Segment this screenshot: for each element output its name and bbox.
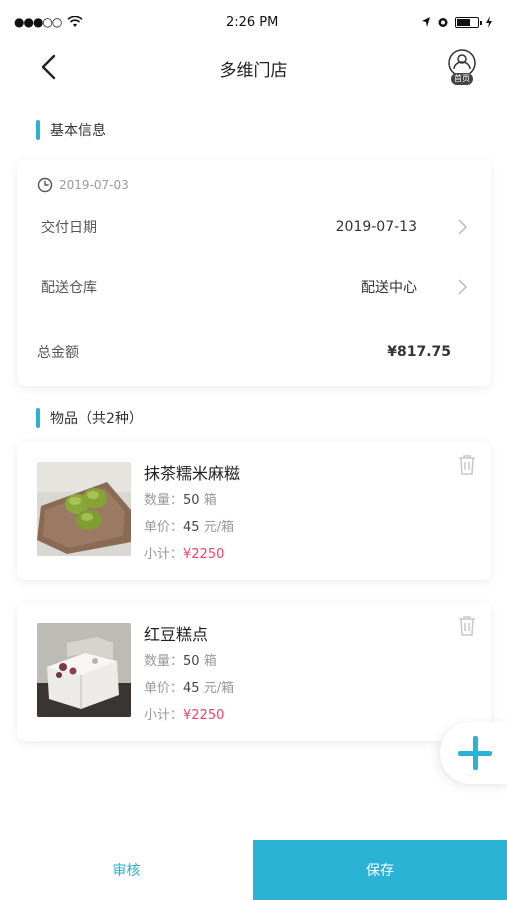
items-title: 物品（共2种） [50,411,143,427]
save-button[interactable]: 保存 [253,840,507,900]
chevron-right-icon [458,279,468,295]
total-amount-value: ¥817.75 [387,344,451,360]
delete-item-button[interactable] [457,454,477,476]
clock-icon [37,177,53,193]
charging-icon [486,16,492,28]
trash-icon [459,616,475,636]
warehouse-row[interactable]: 配送仓库 配送中心 [17,267,491,307]
items-heading: 物品（共2种） [36,408,143,428]
unit-price-unit: 元/箱 [203,520,235,535]
quantity-unit: 箱 [203,654,217,669]
item-subtotal: 小计：¥2250 [144,543,224,562]
subtotal-label: 小计： [144,547,184,562]
chevron-right-icon [458,219,468,235]
red-bean-cake-image [37,623,131,717]
subtotal-label: 小计： [144,708,184,723]
delivery-date-label: 交付日期 [41,220,97,236]
item-image [37,462,131,556]
home-button[interactable]: 首页 [444,48,480,86]
location-icon [422,17,430,27]
matcha-mochi-image [37,462,131,556]
signal-strength: ●●●○○ [14,15,62,29]
unit-price-label: 单价： [144,520,184,535]
unit-price-value: 45 [183,681,200,696]
item-card[interactable]: 抹茶糯米麻糍 数量：50 箱 单价：45 元/箱 小计：¥2250 [17,442,491,580]
status-time: 2:26 PM [225,14,279,30]
section-accent-bar [36,120,40,140]
unit-price-value: 45 [183,520,200,535]
status-bar: ●●●○○ 2:26 PM [0,0,507,44]
item-image [37,623,131,717]
plus-icon-vertical [473,736,478,770]
delivery-date-value: 2019-07-13 [335,219,417,235]
subtotal-value: ¥2250 [183,547,225,562]
basic-info-card: 2019-07-03 交付日期 2019-07-13 配送仓库 配送中心 总金额… [17,160,491,386]
status-right [421,16,493,28]
created-date: 2019-07-03 [37,177,129,193]
item-name: 抹茶糯米麻糍 [144,464,241,483]
quantity-label: 数量： [144,493,184,508]
total-amount-label: 总金额 [37,345,79,361]
warehouse-value: 配送中心 [361,280,417,296]
page-title: 多维门店 [219,61,288,81]
home-label: 首页 [454,74,470,83]
alarm-icon [438,18,448,27]
trash-icon [459,455,475,475]
add-item-button[interactable] [440,722,507,784]
wifi-icon [67,16,83,27]
status-left: ●●●○○ [14,15,83,29]
unit-price-label: 单价： [144,681,184,696]
item-unit-price: 单价：45 元/箱 [144,516,234,535]
total-amount-row: 总金额 ¥817.75 [17,332,491,372]
quantity-value: 50 [183,493,200,508]
battery-icon [455,16,482,28]
quantity-unit: 箱 [203,493,217,508]
item-unit-price: 单价：45 元/箱 [144,677,234,696]
basic-info-title: 基本信息 [50,123,106,139]
subtotal-value: ¥2250 [183,708,225,723]
review-button[interactable]: 审核 [0,840,253,900]
basic-info-heading: 基本信息 [36,120,106,140]
footer-actions: 审核 保存 [0,840,507,900]
item-subtotal: 小计：¥2250 [144,704,224,723]
warehouse-label: 配送仓库 [41,280,97,296]
created-date-value: 2019-07-03 [59,178,129,192]
item-quantity: 数量：50 箱 [144,489,217,508]
item-card[interactable]: 红豆糕点 数量：50 箱 单价：45 元/箱 小计：¥2250 [17,603,491,741]
unit-price-unit: 元/箱 [203,681,235,696]
quantity-label: 数量： [144,654,184,669]
delivery-date-row[interactable]: 交付日期 2019-07-13 [17,207,491,247]
item-name: 红豆糕点 [144,625,209,644]
quantity-value: 50 [183,654,200,669]
delete-item-button[interactable] [457,615,477,637]
item-quantity: 数量：50 箱 [144,650,217,669]
nav-bar: 多维门店 首页 [0,44,507,90]
section-accent-bar [36,408,40,428]
